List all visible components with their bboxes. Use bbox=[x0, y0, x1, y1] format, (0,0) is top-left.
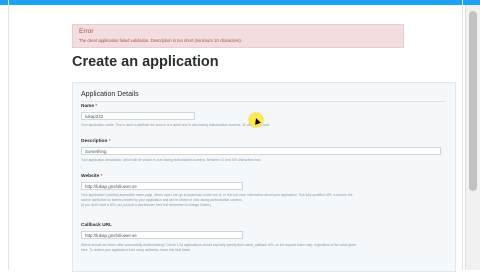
callback-help-line: here. To restrict your application from … bbox=[81, 248, 191, 252]
application-details-panel: Application Details Name * lukap222 Your… bbox=[72, 82, 456, 272]
scrollbar-thumb[interactable] bbox=[469, 11, 477, 191]
name-label-text: Name bbox=[81, 104, 95, 109]
page-left-rule bbox=[8, 0, 9, 270]
description-label-text: Description bbox=[81, 139, 108, 144]
scrollbar[interactable] bbox=[465, 5, 480, 270]
error-alert: Error The client application failed vali… bbox=[72, 24, 404, 48]
page-right-rule bbox=[462, 0, 463, 270]
section-title: Application Details bbox=[81, 91, 139, 98]
callback-url-input[interactable]: http://lukap.gnsfollower.se bbox=[81, 231, 243, 239]
website-label: Website * bbox=[81, 174, 103, 179]
name-label: Name * bbox=[81, 104, 97, 109]
page-title: Create an application bbox=[72, 54, 219, 70]
section-divider bbox=[81, 101, 445, 102]
description-input[interactable]: Something bbox=[81, 147, 441, 155]
website-required-mark: * bbox=[100, 174, 103, 179]
description-required-mark: * bbox=[108, 139, 111, 144]
website-input[interactable]: http://lukap.gnsfollower.se bbox=[81, 182, 243, 190]
browser-top-bar bbox=[0, 0, 480, 5]
error-message: The client application failed validation… bbox=[79, 38, 241, 43]
name-required-mark: * bbox=[95, 104, 98, 109]
name-help: Your application name. This is used to a… bbox=[81, 123, 271, 127]
website-help-line: (If you don't have a URL yet, just put a… bbox=[81, 203, 211, 207]
website-label-text: Website bbox=[81, 174, 100, 179]
name-input[interactable]: lukap222 bbox=[81, 112, 195, 120]
description-label: Description * bbox=[81, 139, 111, 144]
description-help: Your application description, which will… bbox=[81, 158, 262, 162]
error-title: Error bbox=[79, 28, 94, 35]
callback-url-label: Callback URL bbox=[81, 223, 112, 228]
